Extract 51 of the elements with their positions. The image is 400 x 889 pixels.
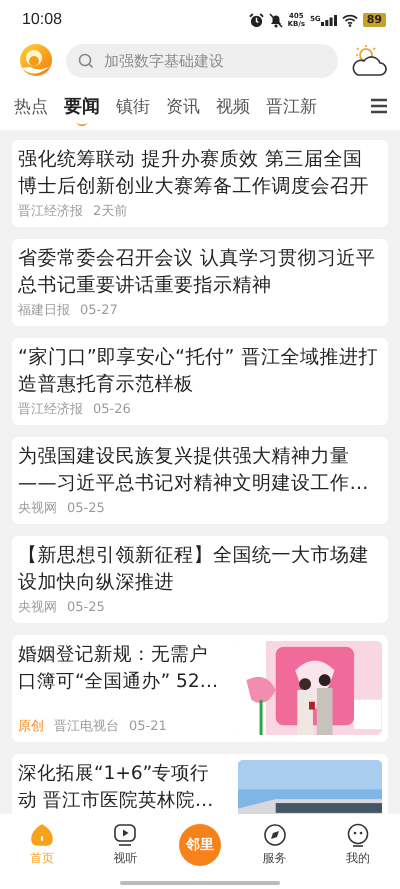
signal-icon [320,14,337,26]
news-date: 05-25 [67,599,105,616]
category-tab[interactable]: 要闻 [56,86,108,126]
battery-level: 89 [362,13,386,27]
news-date: 05-27 [80,302,118,319]
news-title: 深化拓展“1+6”专项行动 晋江市医院英林院… [18,762,214,813]
news-title: 为强国建设民族复兴提供强大精神力量——习近平总书记对精神文明建设工作… [18,444,370,496]
news-title: 省委常委会召开会议 认真学习贯彻习近平总书记重要讲话重要指示精神 [18,246,377,298]
search-icon [78,53,94,69]
news-date: 05-25 [67,500,105,517]
news-source: 晋江经济报 [18,401,83,418]
news-card[interactable]: 为强国建设民族复兴提供强大精神力量——习近平总书记对精神文明建设工作… 央视网 05-25 [12,437,388,524]
play-icon [113,823,138,847]
news-source: 央视网 [18,599,57,616]
news-date: 05-21 [129,718,167,735]
category-tab[interactable]: 视频 [208,86,258,126]
news-card[interactable]: 深化拓展“1+6”专项行动 晋江市医院英林院… [12,754,388,814]
news-card[interactable]: 强化统筹联动 提升办赛质效 第三届全国博士后创新创业大赛筹备工作调度会召开 晋江经济报 2天前 [12,140,388,227]
menu-icon[interactable] [370,98,388,114]
home-icon [30,823,54,847]
search-field[interactable]: 加强数字基础建设 [66,44,338,78]
news-title: 【新思想引领新征程】全国统一大市场建设加快向纵深推进 [18,543,370,595]
category-tab[interactable]: 资讯 [158,86,208,126]
news-card[interactable]: 【新思想引领新征程】全国统一大市场建设加快向纵深推进 央视网 05-25 [12,536,388,623]
wifi-icon [342,14,358,26]
face-icon [346,823,370,847]
news-title: 强化统筹联动 提升办赛质效 第三届全国博士后创新创业大赛筹备工作调度会召开 [18,147,370,199]
nav-tab[interactable]: 我的 [328,822,388,868]
alarm-icon [248,12,264,28]
category-tab[interactable]: 晋江新 [258,86,325,126]
news-source: 晋江电视台 [54,718,119,735]
category-tab[interactable]: 镇街 [108,86,158,126]
status-time: 10:08 [22,11,62,29]
news-date: 2天前 [93,203,128,220]
news-card[interactable]: “家门口”即享安心“托付” 晋江全域推进打造普惠托育示范样板 晋江经济报 05-26 [12,338,388,425]
news-source: 晋江经济报 [18,203,83,220]
news-date: 05-26 [93,401,131,418]
nav-tab[interactable]: 视听 [95,822,156,868]
original-tag: 原创 [18,718,44,735]
news-title: “家门口”即享安心“托付” 晋江全域推进打造普惠托育示范样板 [18,345,378,397]
category-tab[interactable]: 热点 [6,86,56,126]
nav-tab[interactable]: 服务 [244,822,305,868]
news-source: 央视网 [18,500,57,517]
app-logo-icon [18,43,54,79]
bell-off-icon [268,12,283,28]
compass-icon [262,823,287,847]
news-card[interactable]: 婚姻登记新规：无需户口簿可“全国通办” 52… 原创 晋江电视台 05-21 [12,635,388,742]
news-title: 婚姻登记新规：无需户口簿可“全国通办” 52… [18,643,220,694]
weather-icon[interactable] [350,44,388,78]
news-source: 福建日报 [18,302,70,319]
news-card[interactable]: 省委常委会召开会议 认真学习贯彻习近平总书记重要讲话重要指示精神 福建日报 05-27 [12,239,388,326]
